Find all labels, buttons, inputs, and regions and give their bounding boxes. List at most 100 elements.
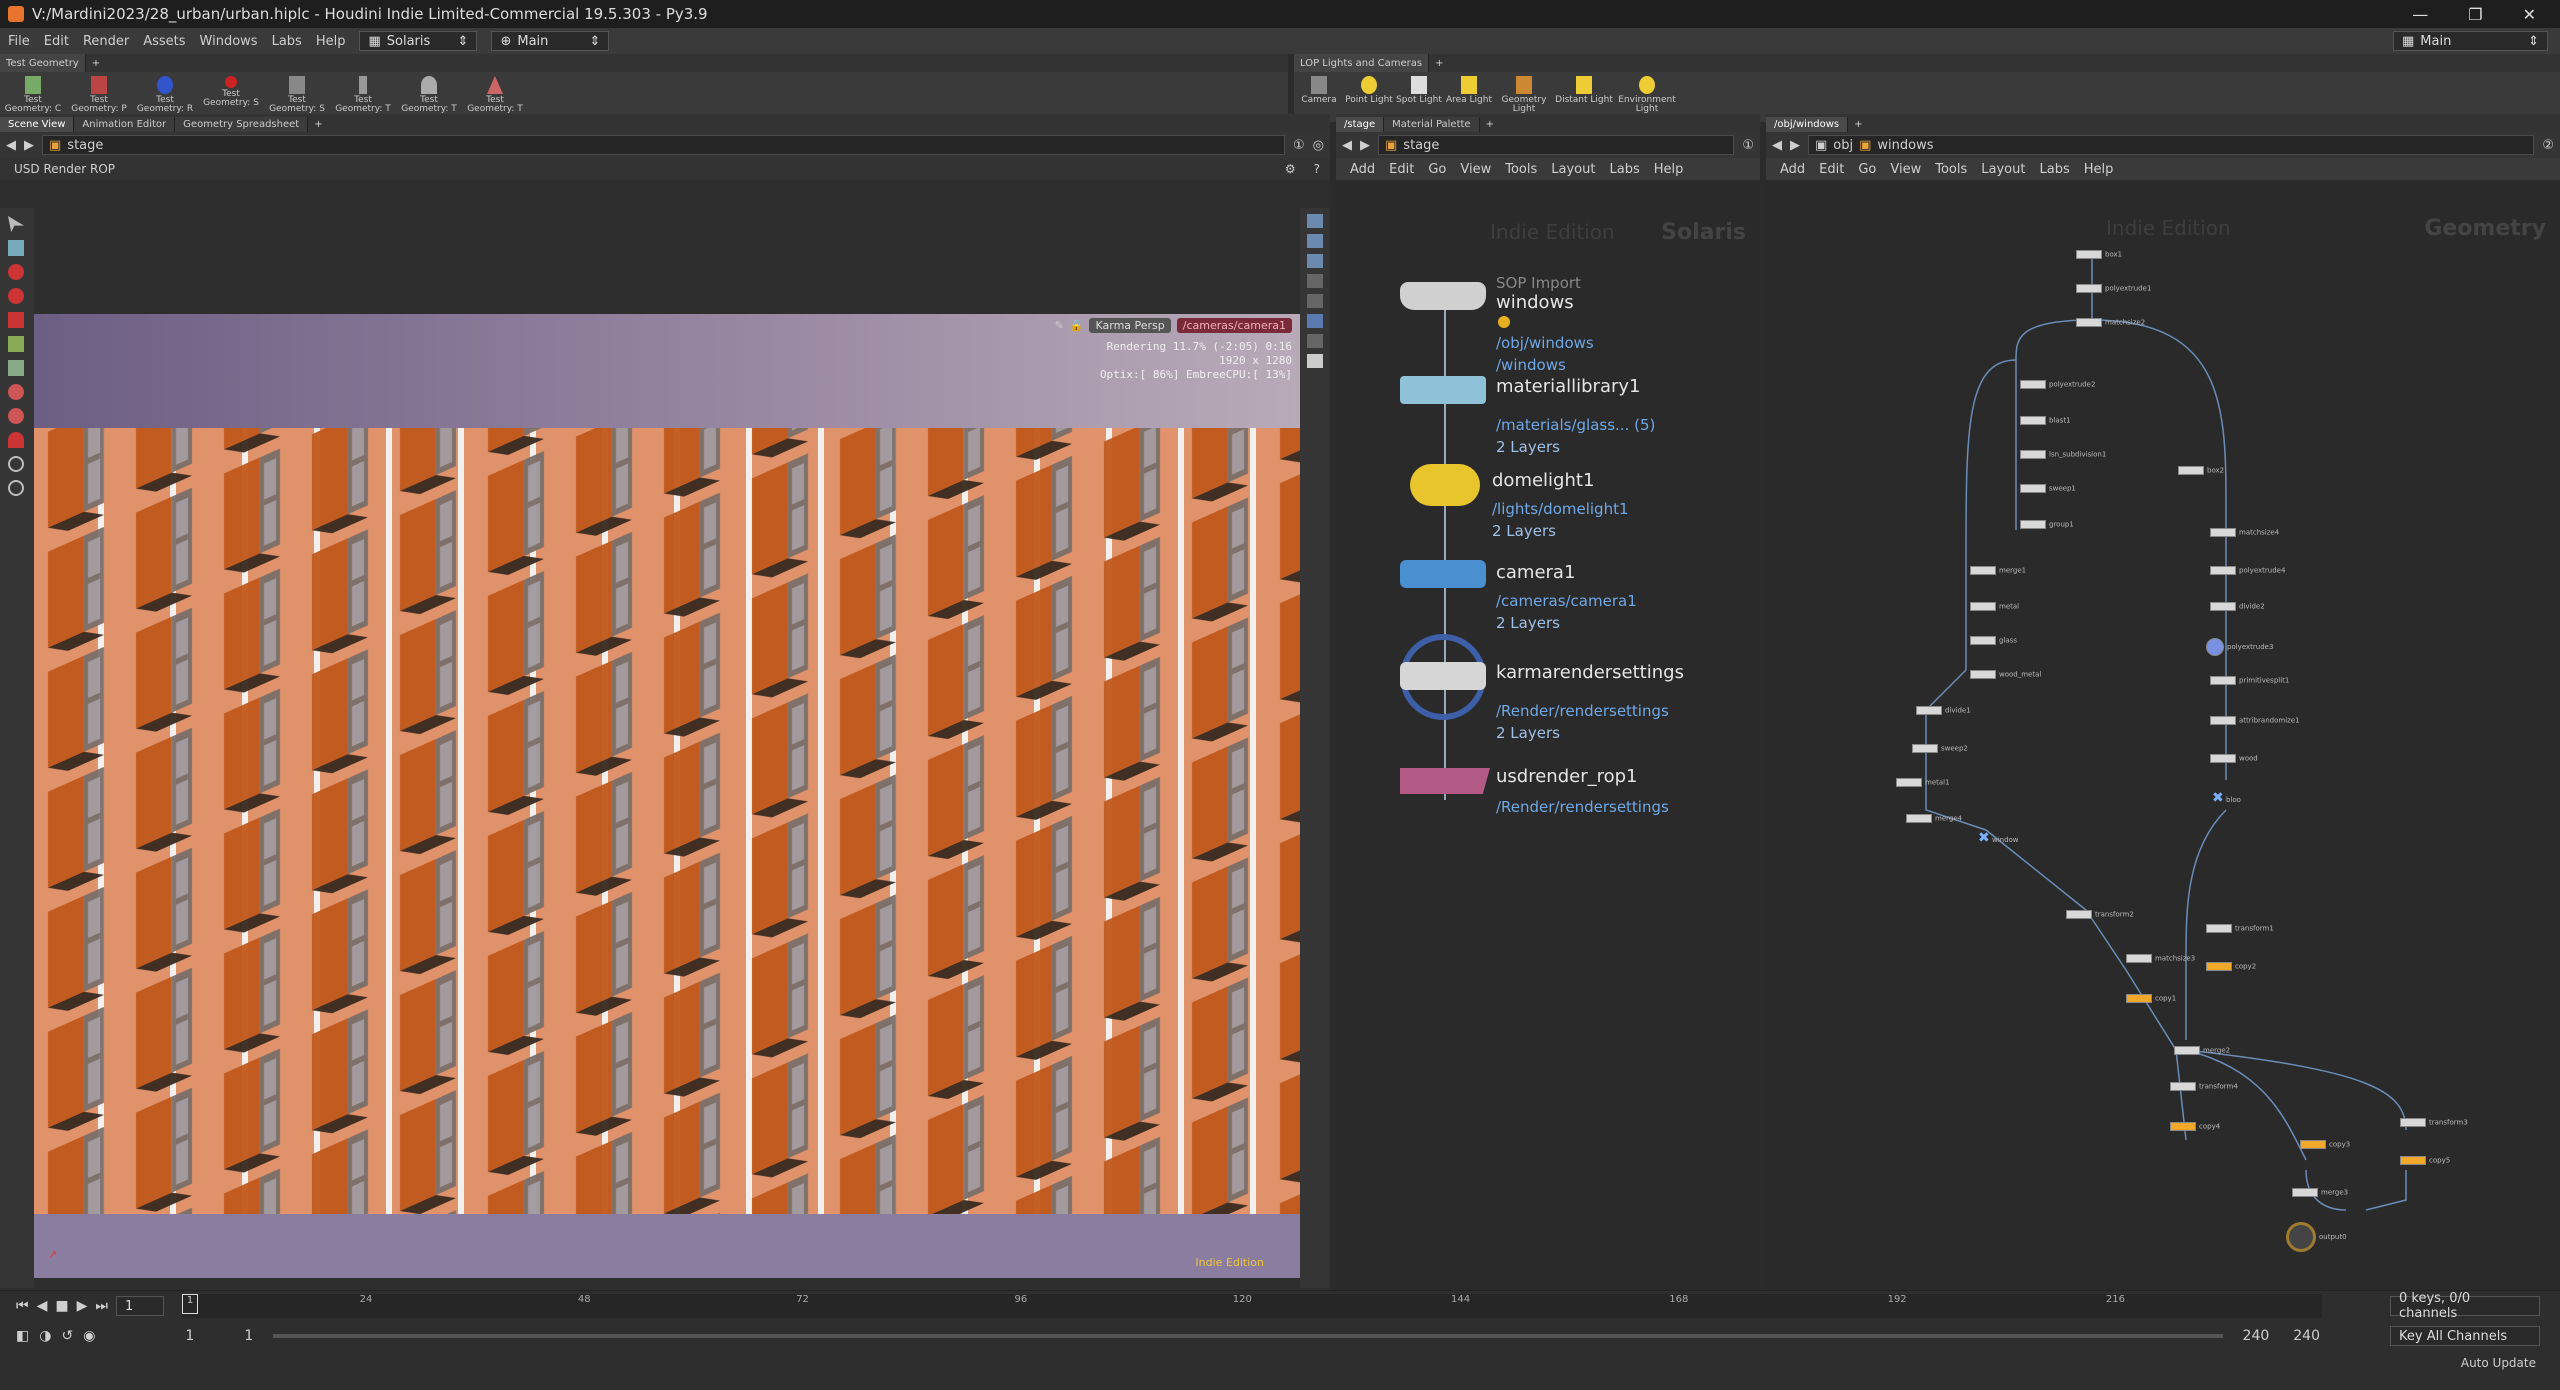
current-frame-marker[interactable]: 1	[182, 1294, 199, 1314]
step-back-icon[interactable]: ◀	[37, 1298, 48, 1314]
render-region-icon[interactable]	[8, 480, 24, 496]
node-window[interactable]: ✖ window	[1978, 830, 2019, 846]
tool-test-geometry-s2[interactable]: Test Geometry: S	[264, 72, 330, 114]
start-frame-field[interactable]: 1	[185, 1328, 194, 1344]
add-tab-icon[interactable]: +	[308, 117, 328, 132]
node-copy1[interactable]: copy1	[2126, 994, 2176, 1003]
menu-go[interactable]: Go	[1858, 162, 1876, 177]
node-bloo[interactable]: ✖ bloo	[2212, 790, 2241, 806]
tool-spot-light[interactable]: Spot Light	[1394, 72, 1444, 105]
play-icon[interactable]: ▶	[77, 1298, 88, 1314]
right-desktop-selector[interactable]: ▦ Main ⇕	[2393, 31, 2548, 51]
display-option-icon[interactable]	[1307, 254, 1323, 268]
tool-test-geometry-s[interactable]: Test Geometry: S	[198, 72, 264, 108]
node-wood[interactable]: wood	[2210, 754, 2258, 763]
display-option-icon[interactable]	[1307, 214, 1323, 228]
add-tab-icon[interactable]: +	[1429, 58, 1443, 69]
renderer-dropdown[interactable]: Karma Persp	[1089, 318, 1171, 333]
end-frame-field[interactable]: 240	[2293, 1328, 2320, 1344]
loop-icon[interactable]: ↺	[61, 1328, 73, 1344]
tab-animation-editor[interactable]: Animation Editor	[74, 117, 176, 132]
forward-icon[interactable]: ▶	[24, 138, 34, 153]
tool-area-light[interactable]: Area Light	[1444, 72, 1494, 105]
stop-icon[interactable]: ■	[55, 1298, 68, 1314]
node-matchsize2[interactable]: matchsize2	[2076, 318, 2145, 327]
display-option-icon[interactable]	[1307, 294, 1323, 308]
handle-icon[interactable]	[8, 336, 24, 352]
audio-icon[interactable]: ◑	[39, 1328, 51, 1344]
frame-field[interactable]: 1	[116, 1296, 165, 1316]
node-merge2[interactable]: merge2	[2174, 1046, 2230, 1055]
tool-point-light[interactable]: Point Light	[1344, 72, 1394, 105]
node-metal[interactable]: metal	[1970, 602, 2019, 611]
gear-icon[interactable]: ⚙	[1285, 162, 1296, 176]
realtime-icon[interactable]: ◧	[16, 1328, 29, 1344]
menu-layout[interactable]: Layout	[1981, 162, 2025, 177]
node-attribrandomize1[interactable]: attribrandomize1	[2210, 716, 2300, 725]
node-polyextrude4[interactable]: polyextrude4	[2210, 566, 2285, 575]
shelf-tab-test-geometry[interactable]: Test Geometry	[0, 54, 86, 72]
menu-edit[interactable]: Edit	[1819, 162, 1844, 177]
menu-view[interactable]: View	[1460, 162, 1491, 177]
node-polyextrude3[interactable]: polyextrude3	[2206, 638, 2273, 656]
node-usdrender-rop1[interactable]	[1400, 768, 1490, 794]
node-lsn-subdivision1[interactable]: lsn_subdivision1	[2020, 450, 2106, 459]
pose-icon[interactable]	[8, 360, 24, 376]
maximize-button[interactable]: ❐	[2468, 5, 2482, 24]
node-copy2[interactable]: copy2	[2206, 962, 2256, 971]
tool-test-geometry-c[interactable]: Test Geometry: C	[0, 72, 66, 114]
node-merge4[interactable]: merge4	[1906, 814, 1962, 823]
display-option-icon[interactable]	[1307, 274, 1323, 288]
tab-stage[interactable]: /stage	[1336, 117, 1385, 132]
light-icon[interactable]	[8, 384, 24, 400]
node-matchsize4[interactable]: matchsize4	[2210, 528, 2279, 537]
range-slider[interactable]	[273, 1334, 2223, 1338]
node-copy4[interactable]: copy4	[2170, 1122, 2220, 1131]
menu-labs[interactable]: Labs	[1609, 162, 1639, 177]
rotate-icon[interactable]	[8, 288, 24, 304]
menu-file[interactable]: File	[8, 34, 30, 49]
node-transform4[interactable]: transform4	[2170, 1082, 2238, 1091]
node-primitivesplit1[interactable]: primitivesplit1	[2210, 676, 2289, 685]
camera-tool-icon[interactable]	[8, 408, 24, 424]
tool-camera[interactable]: Camera	[1294, 72, 1344, 105]
menu-assets[interactable]: Assets	[143, 34, 185, 49]
node-metal1[interactable]: metal1	[1896, 778, 1950, 787]
menu-help[interactable]: Help	[1654, 162, 1684, 177]
viewer-path-field[interactable]: ▣ stage	[42, 135, 1285, 155]
display-option-icon[interactable]	[1307, 314, 1323, 328]
tab-geometry-spreadsheet[interactable]: Geometry Spreadsheet	[175, 117, 309, 132]
node-polyextrude2[interactable]: polyextrude2	[2020, 380, 2095, 389]
minimize-button[interactable]: —	[2412, 5, 2428, 24]
lock-icon[interactable]	[8, 240, 24, 256]
tool-geometry-light[interactable]: Geometry Light	[1494, 72, 1554, 114]
render-viewport[interactable]: ✎ 🔒 Karma Persp /cameras/camera1 Renderin…	[34, 314, 1300, 1278]
menu-edit[interactable]: Edit	[44, 34, 69, 49]
menu-tools[interactable]: Tools	[1935, 162, 1967, 177]
display-option-icon[interactable]	[1307, 234, 1323, 248]
node-divide2[interactable]: divide2	[2210, 602, 2265, 611]
node-camera1[interactable]	[1400, 560, 1486, 588]
menu-windows[interactable]: Windows	[200, 34, 258, 49]
stage-network-canvas[interactable]: Indie Edition Solaris SOP Import windows…	[1336, 210, 1760, 1290]
jump-start-icon[interactable]: ⏮	[16, 1298, 29, 1314]
forward-icon[interactable]: ▶	[1790, 138, 1800, 153]
menu-layout[interactable]: Layout	[1551, 162, 1595, 177]
close-button[interactable]: ✕	[2523, 5, 2536, 24]
node-glass[interactable]: glass	[1970, 636, 2017, 645]
node-output0[interactable]: output0	[2286, 1222, 2347, 1252]
forward-icon[interactable]: ▶	[1360, 138, 1370, 153]
menu-labs[interactable]: Labs	[272, 34, 302, 49]
pin-icon[interactable]: ②	[2542, 138, 2554, 153]
tool-test-geometry-t2[interactable]: Test Geometry: T	[396, 72, 462, 114]
camera-dropdown[interactable]: /cameras/camera1	[1176, 318, 1292, 333]
key-all-channels-dropdown[interactable]: Key All Channels	[2390, 1326, 2540, 1346]
timeline-slider[interactable]: 1 24 48 72 96 120 144 168 192 216	[182, 1294, 2322, 1318]
desktop-selector[interactable]: ▦ Solaris ⇕	[359, 31, 478, 51]
start-range-field[interactable]: 1	[244, 1328, 253, 1344]
node-materiallibrary1[interactable]	[1400, 376, 1486, 404]
select-arrow-icon[interactable]	[8, 216, 24, 232]
node-sweep2[interactable]: sweep2	[1912, 744, 1968, 753]
node-domelight1[interactable]	[1410, 464, 1480, 506]
menu-add[interactable]: Add	[1350, 162, 1375, 177]
